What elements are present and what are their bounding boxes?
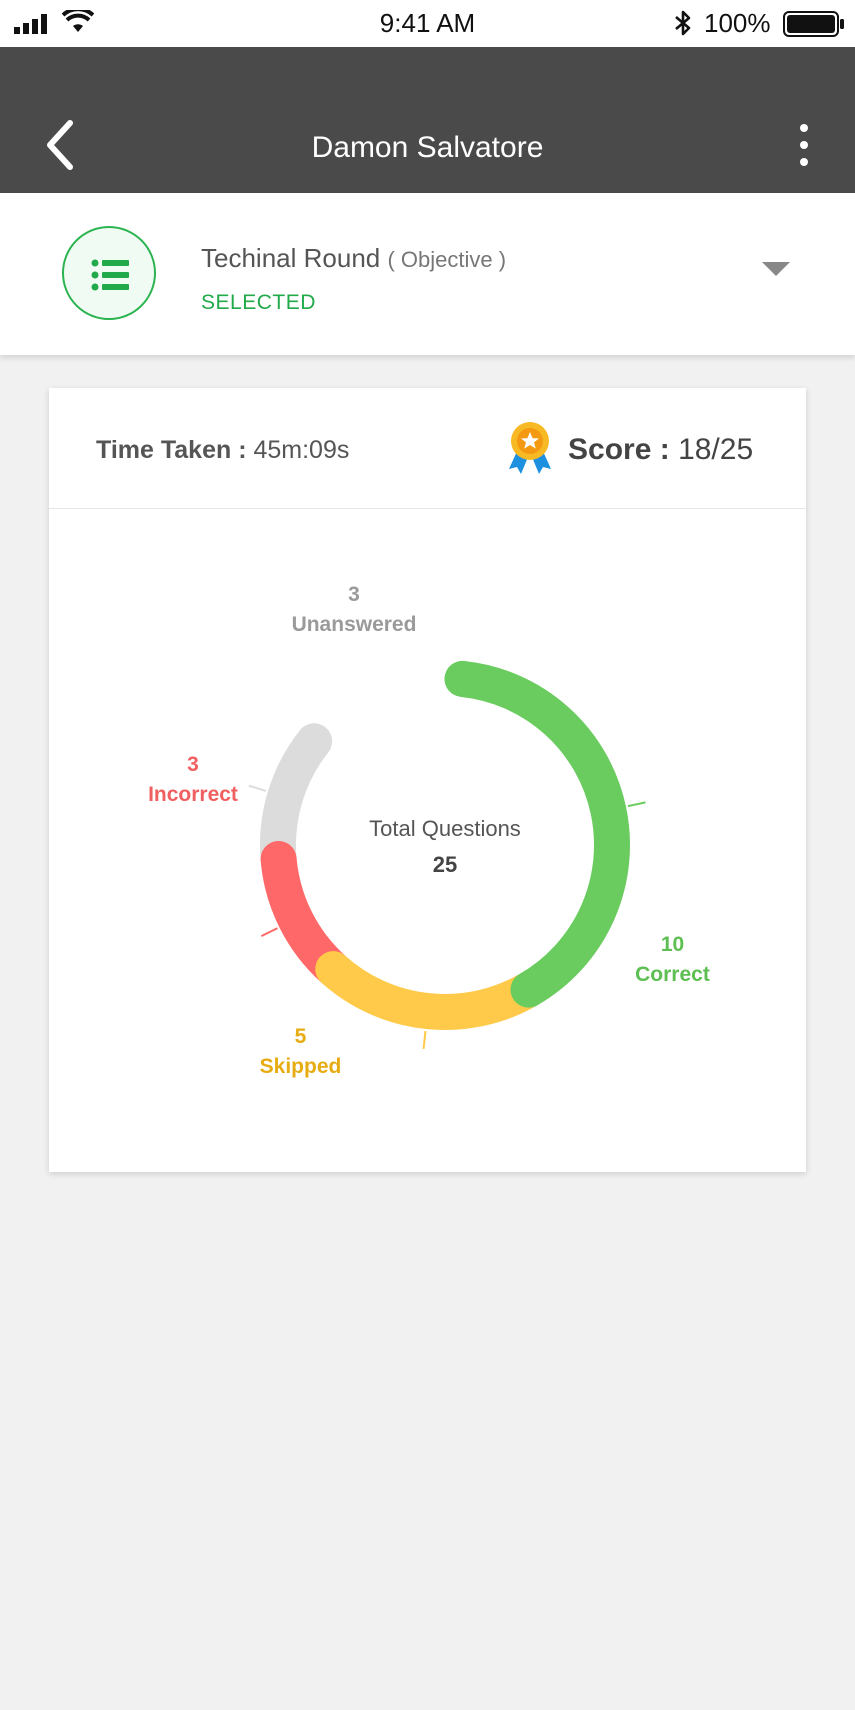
correct-count: 10	[660, 933, 685, 956]
donut-segment-unanswered	[260, 723, 333, 877]
donut-segment-incorrect	[260, 840, 352, 988]
leader-line-unanswered	[248, 784, 267, 792]
skipped-name: Skipped	[259, 1055, 342, 1078]
total-questions-value: 25	[432, 852, 458, 877]
correct-name: Correct	[635, 963, 710, 986]
incorrect-name: Incorrect	[148, 783, 238, 806]
unanswered-name: Unanswered	[291, 613, 417, 636]
incorrect-count: 3	[187, 753, 199, 776]
unanswered-count: 3	[348, 583, 360, 606]
skipped-label: 5 Skipped	[248, 1022, 353, 1082]
leader-line-correct	[627, 801, 646, 808]
donut-segment-skipped	[315, 951, 547, 1030]
leader-line-skipped	[422, 1030, 427, 1049]
skipped-count: 5	[294, 1025, 307, 1048]
incorrect-label: 3 Incorrect	[138, 750, 248, 810]
total-questions-label: Total Questions	[369, 816, 521, 841]
correct-label: 10 Correct	[620, 930, 725, 990]
leader-line-incorrect	[260, 927, 278, 938]
unanswered-label: 3 Unanswered	[284, 580, 424, 640]
